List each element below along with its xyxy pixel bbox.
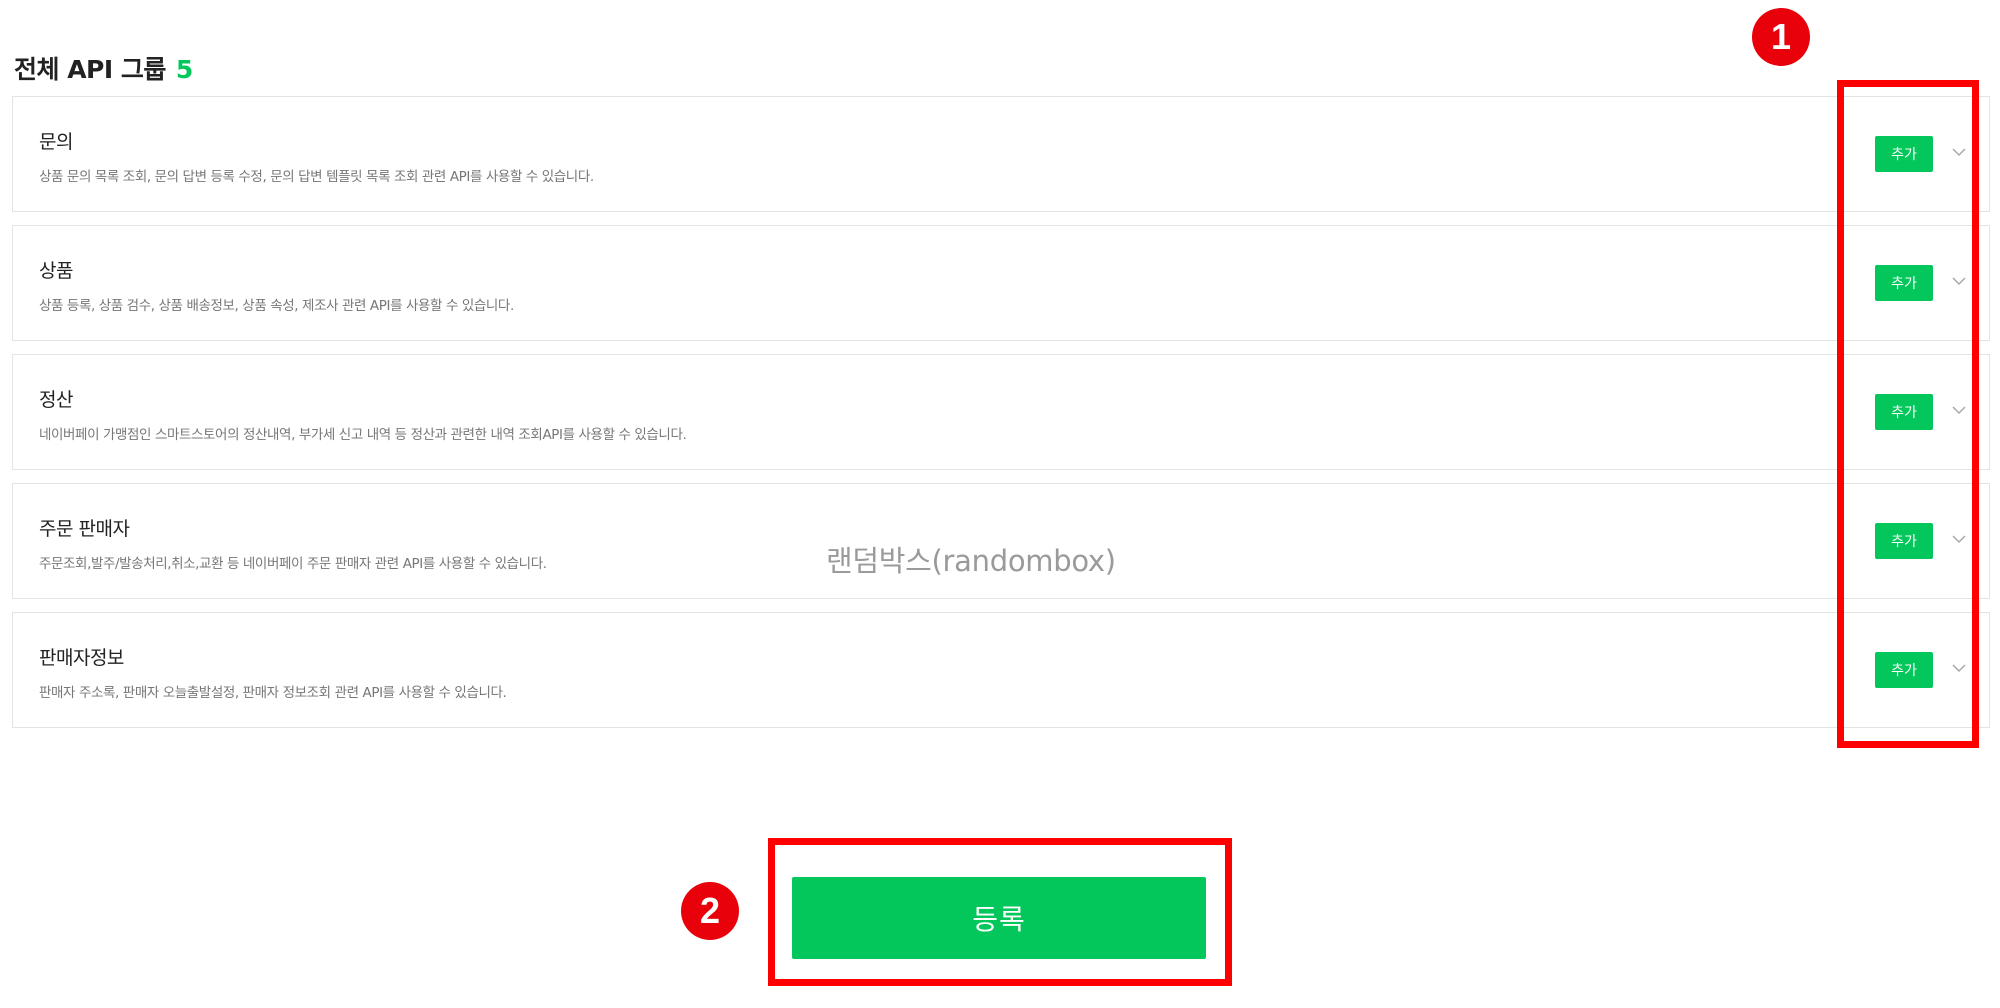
watermark-text: 랜덤박스(randombox) [826,544,1116,578]
page-title-text: 전체 API 그룹 [14,55,166,84]
api-group-list: 문의 상품 문의 목록 조회, 문의 답변 등록 수정, 문의 답변 템플릿 목… [12,96,1990,741]
api-group-title: 주문 판매자 [39,518,130,540]
step-marker-1: 1 [1752,8,1810,66]
step-marker-2: 2 [681,882,739,940]
group-count-badge: 5 [175,55,193,84]
api-group-description: 주문조회,발주/발송처리,취소,교환 등 네이버페이 주문 판매자 관련 API… [39,556,547,572]
api-group-row-settlement: 정산 네이버페이 가맹점인 스마트스토어의 정산내역, 부가세 신고 내역 등 … [12,354,1990,470]
page-title: 전체 API 그룹 5 [14,50,193,86]
highlight-box-add-buttons [1837,80,1979,748]
api-group-title: 상품 [39,260,73,282]
api-group-title: 정산 [39,389,73,411]
api-group-description: 네이버페이 가맹점인 스마트스토어의 정산내역, 부가세 신고 내역 등 정산과… [39,427,687,443]
api-group-description: 상품 등록, 상품 검수, 상품 배송정보, 상품 속성, 제조사 관련 API… [39,298,514,314]
api-group-description: 상품 문의 목록 조회, 문의 답변 등록 수정, 문의 답변 템플릿 목록 조… [39,169,594,185]
api-group-description: 판매자 주소록, 판매자 오늘출발설정, 판매자 정보조회 관련 API를 사용… [39,685,507,701]
api-group-title: 문의 [39,131,73,153]
api-group-row-product: 상품 상품 등록, 상품 검수, 상품 배송정보, 상품 속성, 제조사 관련 … [12,225,1990,341]
highlight-box-register-button [768,838,1232,986]
api-group-row-inquiry: 문의 상품 문의 목록 조회, 문의 답변 등록 수정, 문의 답변 템플릿 목… [12,96,1990,212]
api-group-row-seller-info: 판매자정보 판매자 주소록, 판매자 오늘출발설정, 판매자 정보조회 관련 A… [12,612,1990,728]
api-group-title: 판매자정보 [39,647,124,669]
